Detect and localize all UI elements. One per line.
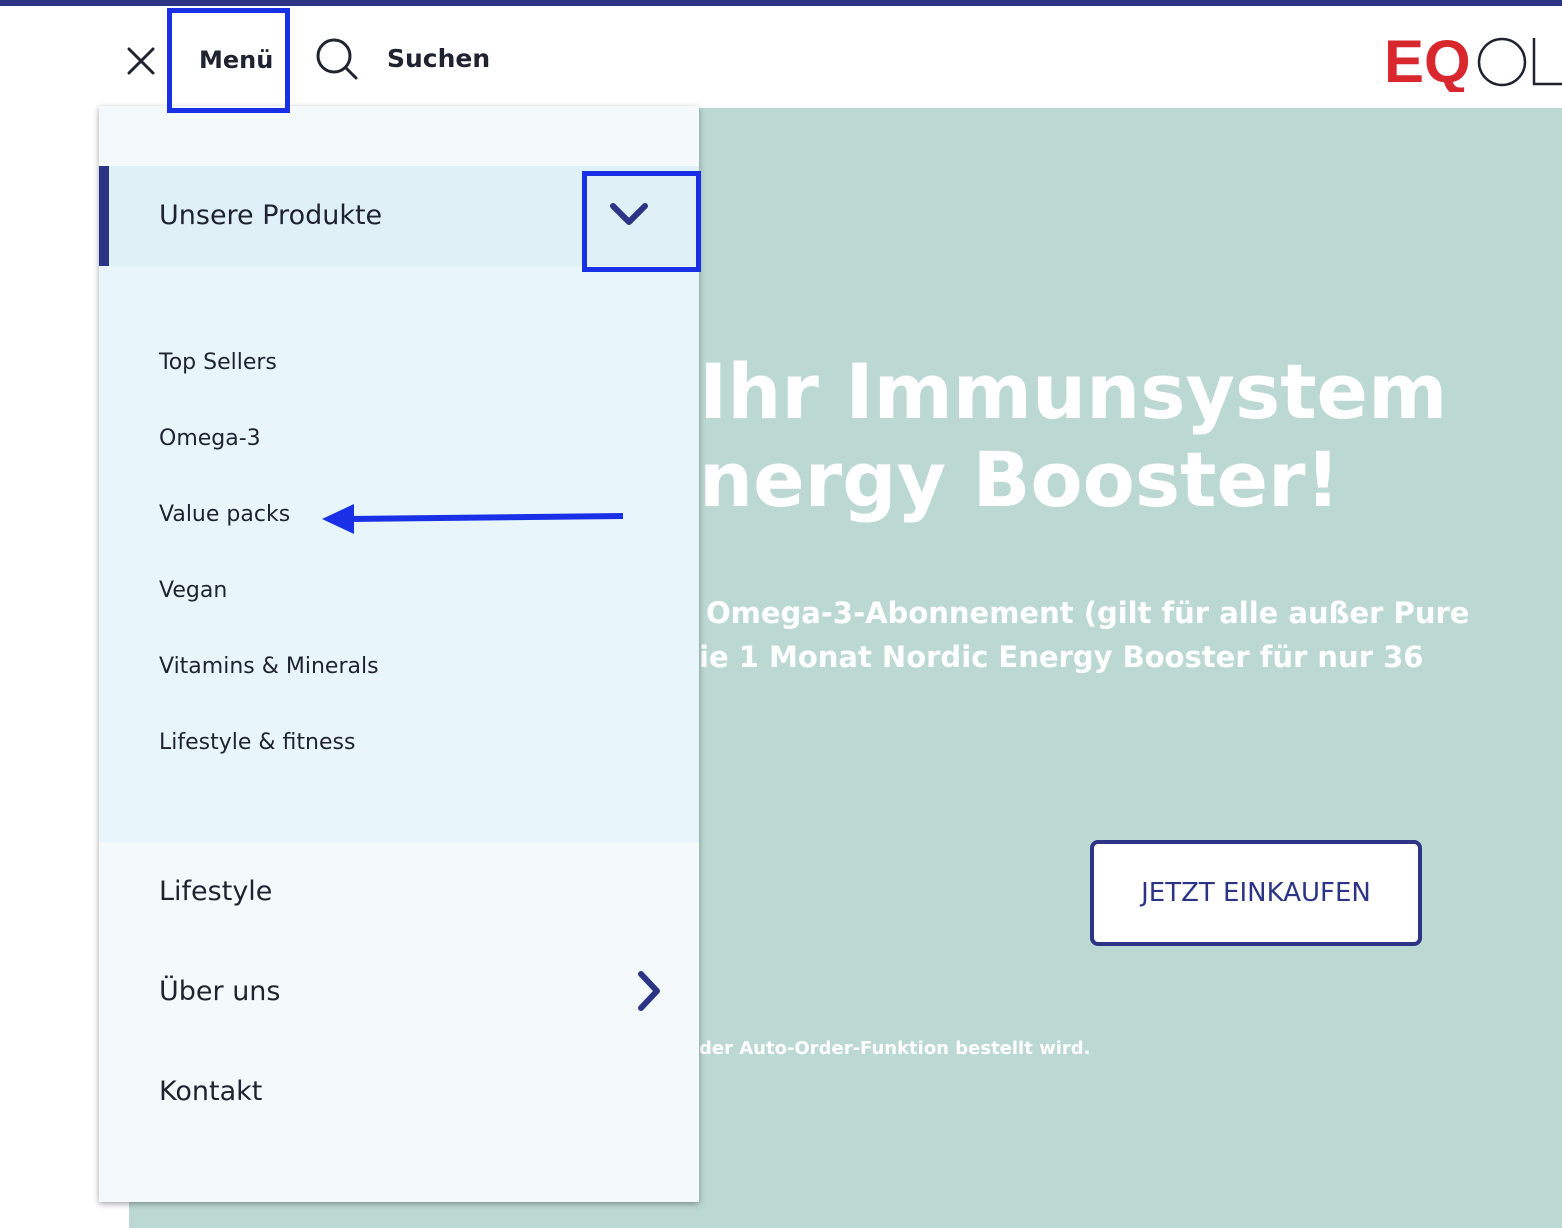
menu-item-about-us[interactable]: Über uns <box>159 976 281 1007</box>
active-indicator <box>99 166 109 266</box>
submenu-item-lifestyle-fitness[interactable]: Lifestyle & fitness <box>159 730 355 755</box>
menu-item-lifestyle[interactable]: Lifestyle <box>159 876 272 907</box>
chevron-right-icon[interactable] <box>629 968 669 1014</box>
chevron-highlight <box>582 171 701 272</box>
brand-logo[interactable]: EQ <box>1384 32 1562 92</box>
hero-subtitle-line1: Omega-3-Abonnement (gilt für alle außer … <box>706 596 1470 630</box>
submenu-item-value-packs[interactable]: Value packs <box>159 502 290 527</box>
close-icon <box>127 47 155 75</box>
menu-item-products-label[interactable]: Unsere Produkte <box>159 200 382 231</box>
menu-item-contact[interactable]: Kontakt <box>159 1076 262 1107</box>
annotation-arrow-icon <box>322 504 624 534</box>
products-submenu: Top Sellers Omega-3 Value packs Vegan Vi… <box>99 266 699 842</box>
close-menu-button[interactable] <box>124 44 158 78</box>
hero-title-line2: nergy Booster! <box>699 435 1341 524</box>
search-button[interactable]: Suchen <box>387 44 490 73</box>
submenu-item-omega-3[interactable]: Omega-3 <box>159 426 261 451</box>
hero-title-line1: Ihr Immunsystem <box>699 347 1448 436</box>
hero-footnote: der Auto-Order-Funktion bestellt wird. <box>699 1038 1091 1059</box>
submenu-item-vitamins-minerals[interactable]: Vitamins & Minerals <box>159 654 379 679</box>
menu-button-highlight <box>167 8 290 113</box>
hero-subtitle-line2: ie 1 Monat Nordic Energy Booster für nur… <box>699 640 1424 674</box>
submenu-item-vegan[interactable]: Vegan <box>159 578 227 603</box>
svg-text:EQ: EQ <box>1384 32 1471 92</box>
search-icon[interactable] <box>314 36 360 82</box>
shop-now-button[interactable]: JETZT EINKAUFEN <box>1090 840 1422 946</box>
submenu-item-top-sellers[interactable]: Top Sellers <box>159 350 277 375</box>
